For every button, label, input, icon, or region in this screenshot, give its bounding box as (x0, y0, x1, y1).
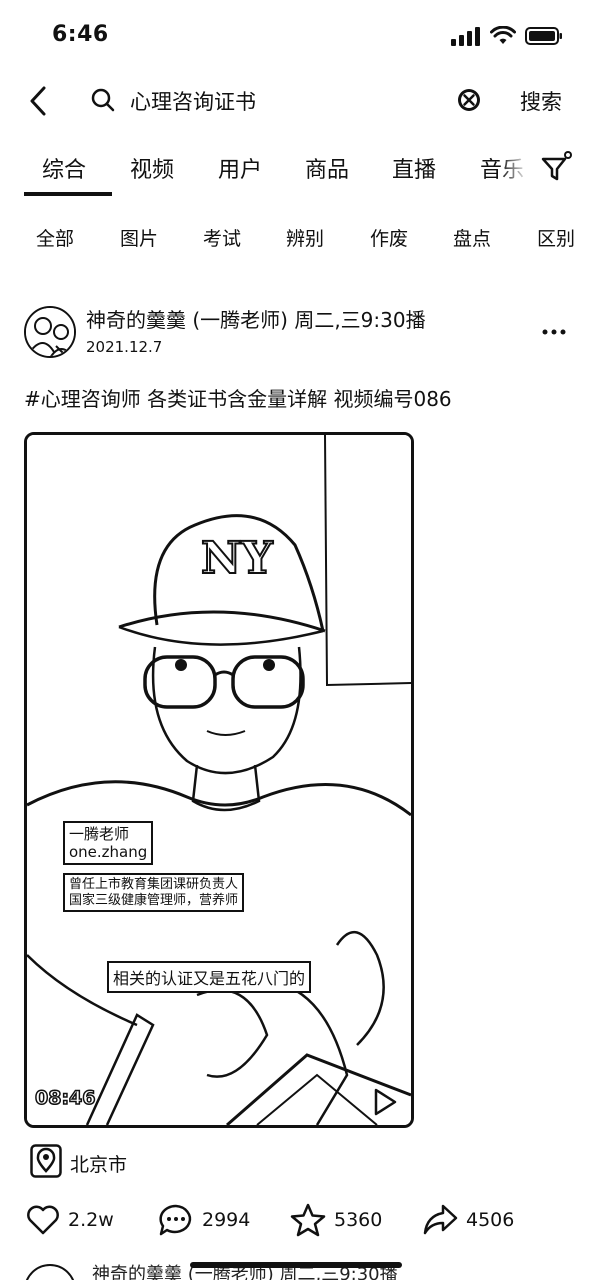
presenter-bio-line2: 国家三级健康管理师，营养师 (69, 892, 239, 908)
tab-live[interactable]: 直播 (392, 152, 436, 184)
avatar-image (26, 308, 74, 356)
next-author-avatar[interactable] (24, 1264, 76, 1280)
signal-icon (451, 27, 480, 46)
tab-comprehensive[interactable]: 综合 (42, 152, 86, 184)
active-tab-indicator (24, 192, 112, 196)
share-count: 4506 (466, 1209, 515, 1231)
subtab-exam[interactable]: 考试 (203, 224, 241, 251)
result-tabs: 综合 视频 用户 商品 直播 音乐 (0, 146, 591, 198)
battery-icon (525, 27, 562, 45)
tab-video[interactable]: 视频 (130, 152, 174, 184)
author-avatar[interactable] (24, 306, 76, 358)
more-button[interactable] (542, 322, 566, 335)
back-button[interactable] (24, 84, 54, 118)
subtab-images[interactable]: 图片 (120, 224, 158, 251)
status-bar: 6:46 (0, 0, 591, 76)
share-icon (423, 1204, 458, 1235)
search-icon (91, 88, 115, 112)
wifi-icon (490, 26, 516, 44)
presenter-bio-tag: 曾任上市教育集团课研负责人 国家三级健康管理师，营养师 (63, 873, 245, 913)
subtab-distinguish[interactable]: 辨别 (286, 224, 324, 251)
tab-products[interactable]: 商品 (305, 152, 349, 184)
location-label: 北京市 (70, 1154, 128, 1176)
comment-count: 2994 (202, 1209, 251, 1231)
play-icon (374, 1088, 397, 1116)
filter-button[interactable] (540, 150, 576, 188)
sub-filter-tabs: 全部 图片 考试 辨别 作废 盘点 区别 (0, 220, 591, 256)
post-title[interactable]: #心理咨询师 各类证书含金量详解 视频编号086 (24, 383, 452, 412)
tab-users[interactable]: 用户 (218, 152, 262, 184)
heart-icon (27, 1205, 59, 1235)
video-player[interactable]: NY 一腾老师 one.zhang 曾任上市教育集团课研负责人 国家三级健康管理… (24, 432, 414, 1128)
clear-search-button[interactable] (456, 87, 482, 117)
cap-logo: NY (201, 533, 273, 584)
presenter-name: 一腾老师 (69, 825, 130, 843)
chevron-left-icon (30, 86, 46, 116)
post-actions: 2.2w 2994 5360 4506 (0, 1200, 591, 1240)
share-button[interactable]: 4506 (422, 1200, 514, 1240)
favorite-count: 5360 (334, 1209, 383, 1231)
subtab-difference[interactable]: 区别 (537, 224, 575, 251)
star-icon (290, 1203, 326, 1237)
author-name[interactable]: 神奇的羹羹 (一腾老师) 周二,三9:30播 (86, 304, 426, 333)
comment-button[interactable]: 2994 (158, 1200, 250, 1240)
like-button[interactable]: 2.2w (26, 1200, 114, 1240)
subtab-all[interactable]: 全部 (36, 224, 74, 251)
presenter-bio-line1: 曾任上市教育集团课研负责人 (69, 877, 239, 892)
post-date: 2021.12.7 (86, 338, 163, 356)
search-button[interactable]: 搜索 (520, 86, 562, 116)
video-caption: 相关的认证又是五花八门的 (107, 961, 312, 993)
search-input[interactable]: 心理咨询证书 (130, 86, 256, 116)
comment-icon (159, 1204, 192, 1236)
like-count: 2.2w (68, 1209, 114, 1231)
filter-icon (541, 151, 572, 181)
video-duration: 08:46 (34, 1086, 96, 1110)
clear-icon (458, 89, 480, 111)
favorite-button[interactable]: 5360 (290, 1200, 382, 1240)
presenter-name-tag: 一腾老师 one.zhang (63, 821, 154, 865)
status-icons (451, 26, 563, 46)
status-time: 6:46 (52, 22, 109, 47)
subtab-inventory[interactable]: 盘点 (453, 224, 491, 251)
home-indicator (190, 1262, 402, 1268)
presenter-handle: one.zhang (69, 843, 148, 861)
location-pin-icon (30, 1144, 62, 1178)
video-thumbnail: NY (27, 435, 411, 1125)
post-author-row: 神奇的羹羹 (一腾老师) 周二,三9:30播 2021.12.7 (0, 300, 591, 364)
search-bar: 心理咨询证书 搜索 (0, 78, 591, 124)
subtab-void[interactable]: 作废 (370, 224, 408, 251)
tab-fade (500, 146, 536, 190)
more-icon (542, 329, 566, 335)
